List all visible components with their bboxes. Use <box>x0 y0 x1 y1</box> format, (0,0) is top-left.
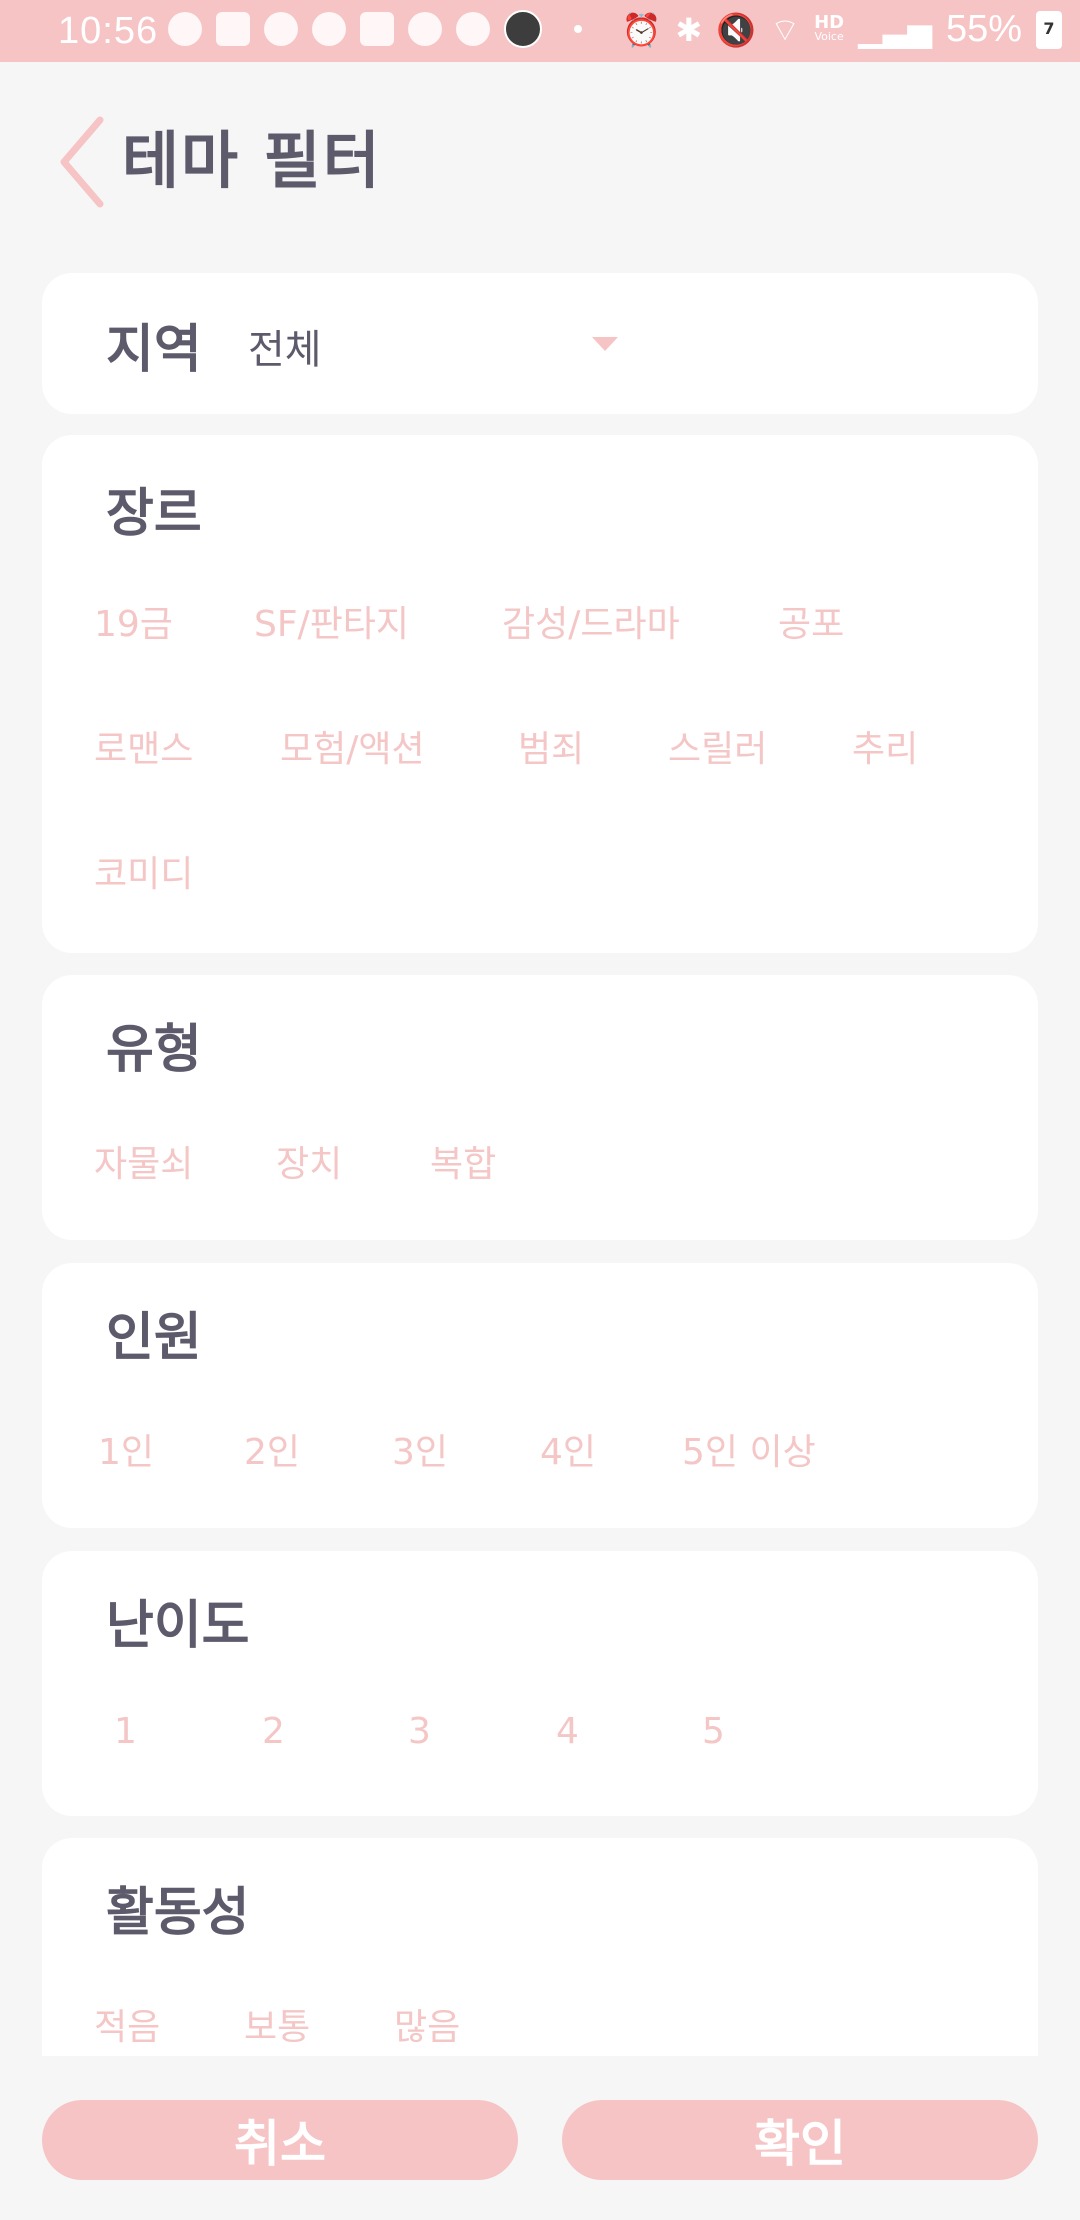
genre-title: 장르 <box>106 484 202 544</box>
difficulty-chip[interactable]: 3 <box>408 1711 431 1752</box>
dropdown-caret-icon <box>592 337 618 351</box>
people-chip[interactable]: 1인 <box>98 1423 154 1475</box>
region-card: 지역 전체 <box>42 273 1038 414</box>
difficulty-title: 난이도 <box>106 1596 250 1656</box>
difficulty-chip[interactable]: 4 <box>556 1711 579 1752</box>
activity-chip[interactable]: 많음 <box>394 1998 460 2050</box>
people-title: 인원 <box>106 1308 202 1368</box>
genre-chip[interactable]: 코미디 <box>94 845 193 897</box>
back-button[interactable] <box>56 114 112 210</box>
type-chip[interactable]: 자물쇠 <box>94 1135 193 1187</box>
status-bar: 10:56 ⏰ ✱ 🔇 ⌔ HD Voice ▁▃▅ 55% 7 <box>0 0 1080 62</box>
genre-chip[interactable]: 로맨스 <box>94 720 193 772</box>
battery-icon: 7 <box>1036 10 1062 49</box>
activity-title: 활동성 <box>106 1883 250 1943</box>
bluetooth-icon: ✱ <box>675 10 703 49</box>
avatar-icon <box>504 10 542 48</box>
genre-chip[interactable]: 감성/드라마 <box>502 595 680 647</box>
system-icons: ⏰ ✱ 🔇 ⌔ HD Voice ▁▃▅ 55% 7 <box>621 8 1062 51</box>
difficulty-card: 난이도 1 2 3 4 5 <box>42 1551 1038 1816</box>
difficulty-chip[interactable]: 2 <box>262 1711 285 1752</box>
people-chip[interactable]: 5인 이상 <box>682 1423 816 1475</box>
header: 테마 필터 <box>0 62 1080 252</box>
difficulty-chip[interactable]: 5 <box>702 1711 725 1752</box>
people-chip[interactable]: 4인 <box>540 1423 596 1475</box>
alarm-icon: ⏰ <box>621 10 662 49</box>
bottom-action-bar: 취소 확인 <box>0 2056 1080 2220</box>
kakaotalk-icon <box>264 12 298 46</box>
region-label: 지역 <box>106 320 202 380</box>
type-chip[interactable]: 장치 <box>276 1135 342 1187</box>
region-dropdown[interactable]: 전체 <box>248 313 618 373</box>
people-chip[interactable]: 2인 <box>244 1423 300 1475</box>
gallery-icon <box>360 12 394 46</box>
type-chip[interactable]: 복합 <box>430 1135 496 1187</box>
genre-chip[interactable]: 추리 <box>852 720 918 772</box>
genre-chip[interactable]: 모험/액션 <box>280 720 425 772</box>
genre-chip[interactable]: 범죄 <box>518 720 584 772</box>
wifi-icon: ⌔ <box>770 10 801 49</box>
genre-chip[interactable]: 스릴러 <box>668 720 767 772</box>
cancel-button[interactable]: 취소 <box>42 2100 518 2180</box>
more-notifications-dot-icon <box>574 25 582 33</box>
chevron-left-icon <box>60 116 104 208</box>
battery-percent: 55% <box>945 8 1022 50</box>
genre-chip[interactable]: 19금 <box>94 595 173 647</box>
stopwatch-icon <box>168 12 202 46</box>
activity-chip[interactable]: 보통 <box>244 1998 310 2050</box>
people-chip[interactable]: 3인 <box>392 1423 448 1475</box>
status-time: 10:56 <box>58 10 159 52</box>
hd-voice-icon: HD Voice <box>814 11 845 43</box>
google-icon <box>456 12 490 46</box>
confirm-button[interactable]: 확인 <box>562 2100 1038 2180</box>
type-title: 유형 <box>106 1020 202 1080</box>
c-app-icon <box>312 12 346 46</box>
people-card: 인원 1인 2인 3인 4인 5인 이상 <box>42 1263 1038 1528</box>
genre-chip[interactable]: 공포 <box>778 595 844 647</box>
mute-icon: 🔇 <box>716 10 756 49</box>
region-selected-value: 전체 <box>248 327 322 373</box>
genre-card: 장르 19금 SF/판타지 감성/드라마 공포 로맨스 모험/액션 범죄 스릴러… <box>42 435 1038 953</box>
signal-icon: ▁▃▅ <box>858 10 932 49</box>
alarm-app-icon <box>408 12 442 46</box>
activity-chip[interactable]: 적음 <box>94 1998 160 2050</box>
message-icon <box>216 12 250 46</box>
notification-icons <box>168 10 582 48</box>
difficulty-chip[interactable]: 1 <box>114 1711 137 1752</box>
genre-chip[interactable]: SF/판타지 <box>254 595 409 647</box>
type-card: 유형 자물쇠 장치 복합 <box>42 975 1038 1240</box>
page-title: 테마 필터 <box>122 124 382 197</box>
